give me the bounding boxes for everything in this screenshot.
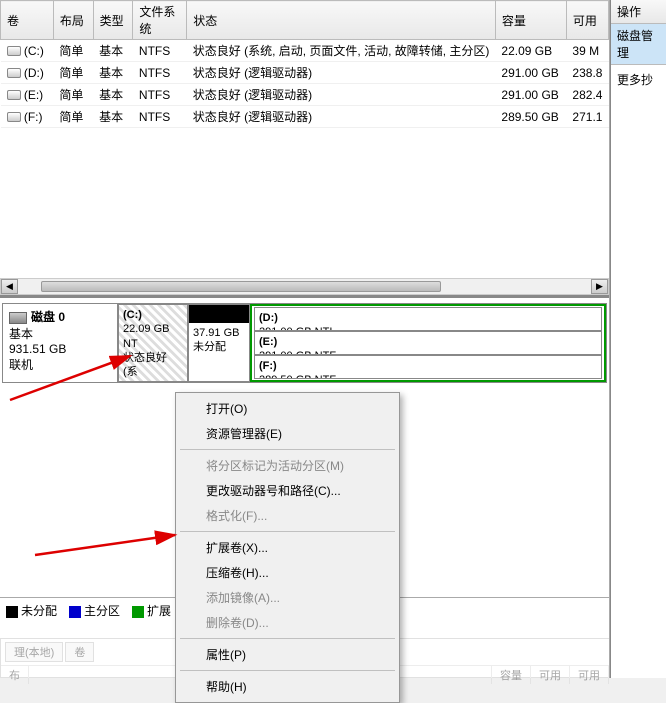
volume-list[interactable]: 卷 布局 类型 文件系统 状态 容量 可用 (C:) 简单 基本 NTFS xyxy=(0,0,609,295)
disk-title: 磁盘 0 xyxy=(31,310,65,324)
partition-c[interactable]: (C:) 22.09 GB NT 状态良好 (系 xyxy=(118,304,188,382)
volume-row[interactable]: (C:) 简单 基本 NTFS 状态良好 (系统, 启动, 页面文件, 活动, … xyxy=(1,40,609,62)
extended-partition[interactable]: (D:)291.00 GB NTI状态良好 (逻辑 (E:)291.00 GB … xyxy=(250,304,606,382)
partition-d[interactable]: (D:)291.00 GB NTI状态良好 (逻辑 xyxy=(254,307,602,331)
menu-extend[interactable]: 扩展卷(X)... xyxy=(178,535,397,560)
menu-shrink[interactable]: 压缩卷(H)... xyxy=(178,560,397,585)
disk-state: 联机 xyxy=(9,356,111,373)
disk-header[interactable]: 磁盘 0 基本 931.51 GB 联机 xyxy=(3,304,118,382)
scroll-left-arrow[interactable]: ◀ xyxy=(1,279,18,294)
disk-icon xyxy=(9,312,27,324)
menu-mark-active: 将分区标记为活动分区(M) xyxy=(178,453,397,478)
col-vol[interactable]: 卷 xyxy=(1,1,54,40)
col-layout[interactable]: 布局 xyxy=(53,1,93,40)
horizontal-scrollbar[interactable]: ◀ ▶ xyxy=(0,278,609,295)
legend-swatch-unalloc xyxy=(6,606,18,618)
menu-properties[interactable]: 属性(P) xyxy=(178,642,397,667)
menu-explorer[interactable]: 资源管理器(E) xyxy=(178,421,397,446)
partition-bar xyxy=(189,305,249,323)
drive-icon xyxy=(7,112,21,122)
volume-row[interactable]: (F:) 简单 基本 NTFS 状态良好 (逻辑驱动器) 289.50 GB 2… xyxy=(1,106,609,128)
col-type[interactable]: 类型 xyxy=(93,1,133,40)
volume-row[interactable]: (E:) 简单 基本 NTFS 状态良好 (逻辑驱动器) 291.00 GB 2… xyxy=(1,84,609,106)
menu-add-mirror: 添加镜像(A)... xyxy=(178,585,397,610)
col-status[interactable]: 状态 xyxy=(187,1,496,40)
menu-format: 格式化(F)... xyxy=(178,503,397,528)
menu-open[interactable]: 打开(O) xyxy=(178,396,397,421)
col-fs[interactable]: 文件系统 xyxy=(133,1,187,40)
volume-row[interactable]: (D:) 简单 基本 NTFS 状态良好 (逻辑驱动器) 291.00 GB 2… xyxy=(1,62,609,84)
partition-unallocated[interactable]: 37.91 GB 未分配 xyxy=(188,304,250,382)
col-avail[interactable]: 可用 xyxy=(566,1,608,40)
menu-delete: 删除卷(D)... xyxy=(178,610,397,635)
scroll-right-arrow[interactable]: ▶ xyxy=(591,279,608,294)
legend-swatch-primary xyxy=(69,606,81,618)
drive-icon xyxy=(7,68,21,78)
partition-f[interactable]: (F:)289.50 GB NTF状态良好 (逻辑驱 xyxy=(254,355,602,379)
drive-icon xyxy=(7,90,21,100)
bg-tab: 卷 xyxy=(65,642,94,662)
actions-selected[interactable]: 磁盘管理 xyxy=(611,24,666,65)
legend-swatch-ext xyxy=(132,606,144,618)
menu-separator xyxy=(180,449,395,450)
volume-list-header[interactable]: 卷 布局 类型 文件系统 状态 容量 可用 xyxy=(1,1,609,40)
disk-row[interactable]: 磁盘 0 基本 931.51 GB 联机 (C:) 22.09 GB NT 状态… xyxy=(2,303,607,383)
actions-more[interactable]: 更多抄 xyxy=(611,65,666,94)
disk-type: 基本 xyxy=(9,325,111,342)
menu-change-letter[interactable]: 更改驱动器号和路径(C)... xyxy=(178,478,397,503)
menu-separator xyxy=(180,531,395,532)
scroll-thumb[interactable] xyxy=(41,281,441,292)
context-menu: 打开(O) 资源管理器(E) 将分区标记为活动分区(M) 更改驱动器号和路径(C… xyxy=(175,392,400,703)
bg-tab: 理(本地) xyxy=(5,642,63,662)
menu-separator xyxy=(180,638,395,639)
col-capacity[interactable]: 容量 xyxy=(495,1,566,40)
drive-icon xyxy=(7,46,21,56)
actions-pane: 操作 磁盘管理 更多抄 xyxy=(610,0,666,678)
actions-header: 操作 xyxy=(611,0,666,24)
disk-size: 931.51 GB xyxy=(9,342,111,356)
partition-e[interactable]: (E:)291.00 GB NTF状态良好 (逻辑 xyxy=(254,331,602,355)
menu-separator xyxy=(180,670,395,671)
